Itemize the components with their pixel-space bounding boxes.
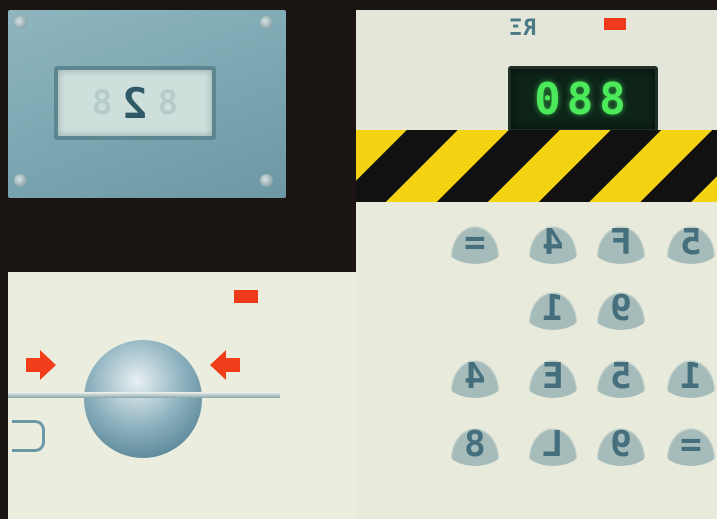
keypad-key-label: 9 (610, 287, 632, 329)
display-digit: 2 (122, 78, 148, 128)
keypad-key-label: 4 (464, 355, 486, 397)
keypad-key[interactable]: E (524, 354, 582, 398)
ghost-digit: 8 (157, 83, 179, 123)
ghost-digit: 8 (91, 83, 113, 123)
lever-panel (8, 272, 356, 519)
screw-icon (260, 16, 273, 29)
screw-icon (14, 174, 27, 187)
keypad-key[interactable]: = (662, 422, 717, 466)
arrow-right-icon[interactable] (24, 348, 58, 382)
keypad-key-label: L (542, 423, 564, 465)
keypad-key-label: 5 (610, 355, 632, 397)
keypad-key[interactable]: 9 (592, 422, 650, 466)
code-display-value: 088 (534, 73, 632, 125)
keypad-key-label: = (464, 221, 486, 263)
keypad-key[interactable]: 1 (524, 286, 582, 330)
keypad-key[interactable]: 4 (446, 354, 504, 398)
screw-icon (260, 174, 273, 187)
slot-divider (8, 392, 280, 398)
indicator-lamp-icon (234, 290, 258, 303)
keypad-key[interactable]: 4 (524, 220, 582, 264)
keypad-key[interactable]: 8 (446, 422, 504, 466)
keypad-key-label: 8 (464, 423, 486, 465)
keypad-key-label: 1 (680, 355, 702, 397)
keypad-key[interactable]: 5 (592, 354, 650, 398)
keypad-key[interactable]: L (524, 422, 582, 466)
keypad-panel: = 4 F 5 1 9 4 E 5 1 8 L 9 = (356, 202, 717, 519)
keypad-key[interactable]: 5 (662, 220, 717, 264)
keypad-key-label: 5 (680, 221, 702, 263)
keypad-key-label: 4 (542, 221, 564, 263)
keypad-key-label: 1 (542, 287, 564, 329)
keypad-key[interactable]: 1 (662, 354, 717, 398)
arrow-left-icon[interactable] (208, 348, 242, 382)
keypad-key[interactable]: 9 (592, 286, 650, 330)
keypad-key-label: = (680, 423, 702, 465)
dome-lever[interactable] (84, 340, 202, 458)
tab-handle[interactable] (12, 420, 45, 452)
keypad-key[interactable]: = (446, 220, 504, 264)
keypad-key[interactable]: F (592, 220, 650, 264)
keypad-key-label: F (610, 221, 632, 263)
keypad-key-label: 9 (610, 423, 632, 465)
code-display: 088 (508, 66, 658, 132)
code-panel-label: RΞ (508, 16, 537, 41)
keypad-key-label: E (542, 355, 564, 397)
digit-display: 8 2 8 (54, 66, 216, 140)
code-display-panel: RΞ 088 (356, 10, 717, 132)
indicator-lamp-icon (604, 18, 626, 30)
screw-icon (14, 16, 27, 29)
digit-display-panel: 8 2 8 (8, 10, 286, 198)
hazard-stripe (356, 130, 717, 202)
